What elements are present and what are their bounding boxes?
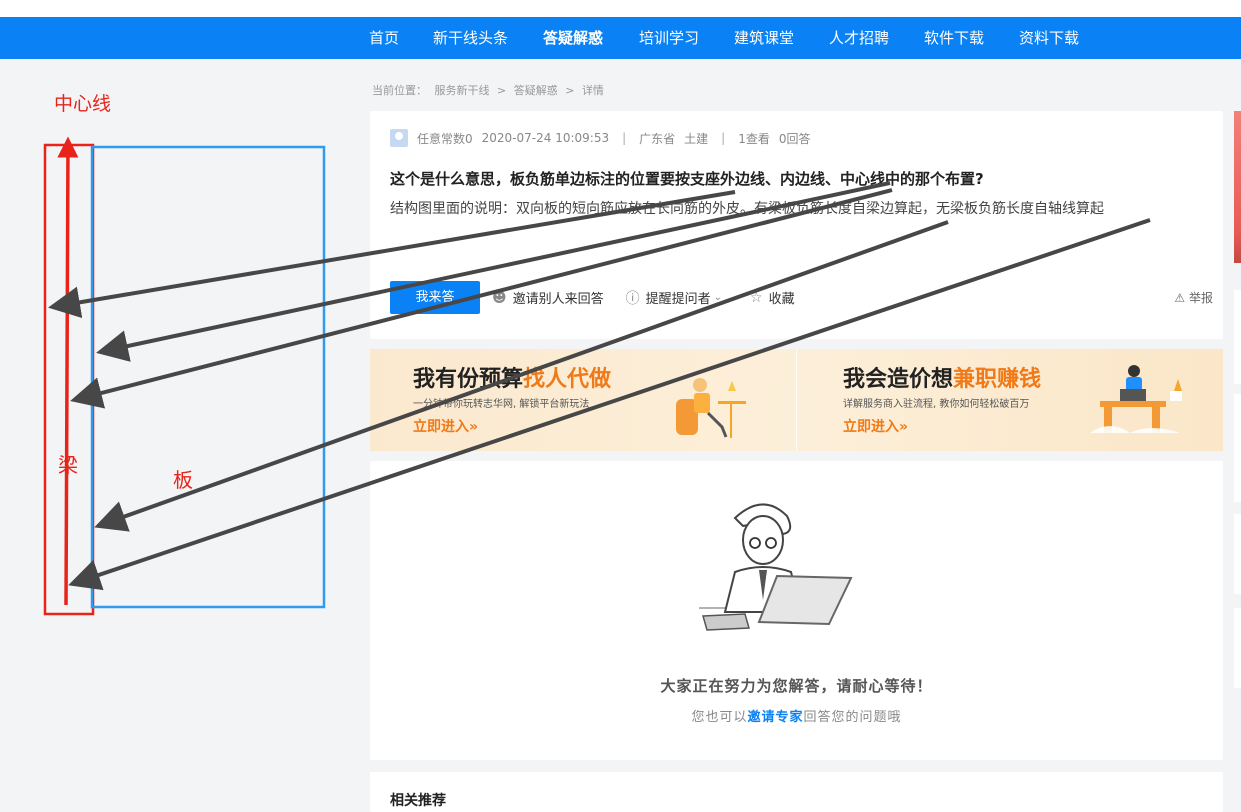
centerline-label: 中心线 [54, 93, 112, 115]
annotation-overlay [43, 136, 1151, 616]
beam-label: 梁 [58, 453, 78, 477]
centerline-arrow [57, 136, 79, 606]
annotation-arrow [94, 220, 949, 532]
slab-label: 板 [173, 468, 193, 492]
annotation-arrow [70, 188, 893, 409]
annotation-arrow [96, 181, 891, 362]
